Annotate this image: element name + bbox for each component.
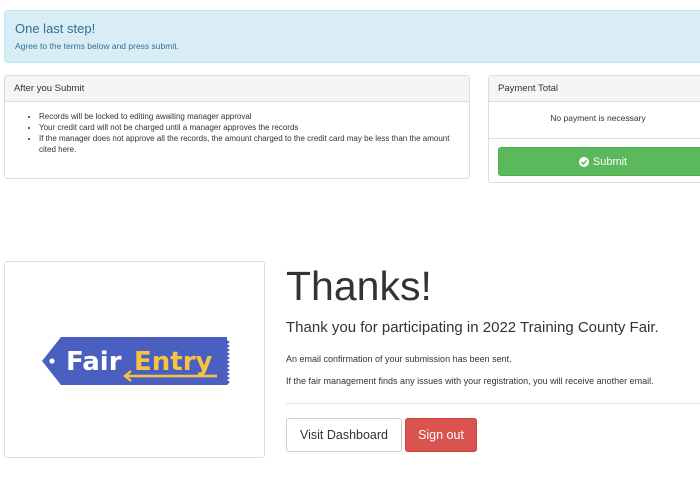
thanks-title: Thanks! [286, 263, 432, 309]
alert-box: One last step! Agree to the terms below … [4, 10, 700, 63]
logo-word-fair: Fair [66, 347, 122, 377]
thanks-subtitle: Thank you for participating in 2022 Trai… [286, 319, 659, 336]
list-item: Your credit card will not be charged unt… [39, 122, 461, 133]
after-submit-list: Records will be locked to editing awaiti… [5, 102, 469, 155]
payment-text: No payment is necessary [550, 113, 646, 123]
confirmation-text: An email confirmation of your submission… [286, 354, 512, 364]
alert-title: One last step! [15, 21, 96, 36]
submit-label: Submit [592, 155, 628, 168]
list-item: If the manager does not approve all the … [39, 133, 461, 155]
after-submit-heading: After you Submit [5, 76, 469, 102]
payment-panel: Payment Total No payment is necessary Su… [488, 75, 700, 183]
visit-dashboard-button[interactable]: Visit Dashboard [286, 418, 402, 452]
divider [489, 138, 700, 139]
sign-out-button[interactable]: Sign out [405, 418, 477, 452]
logo-word-entry: Entry [134, 347, 213, 377]
divider [286, 403, 700, 404]
after-submit-panel: After you Submit Records will be locked … [4, 75, 470, 179]
list-item: Records will be locked to editing awaiti… [39, 111, 461, 122]
fairentry-logo: Fair Entry [42, 337, 230, 385]
fairentry-logo-box: Fair Entry [4, 261, 265, 458]
alert-text: Agree to the terms below and press submi… [15, 41, 179, 51]
check-circle-icon [578, 156, 589, 167]
submit-button[interactable]: Submit [498, 147, 700, 176]
payment-heading: Payment Total [489, 76, 700, 102]
issues-text: If the fair management finds any issues … [286, 376, 654, 386]
